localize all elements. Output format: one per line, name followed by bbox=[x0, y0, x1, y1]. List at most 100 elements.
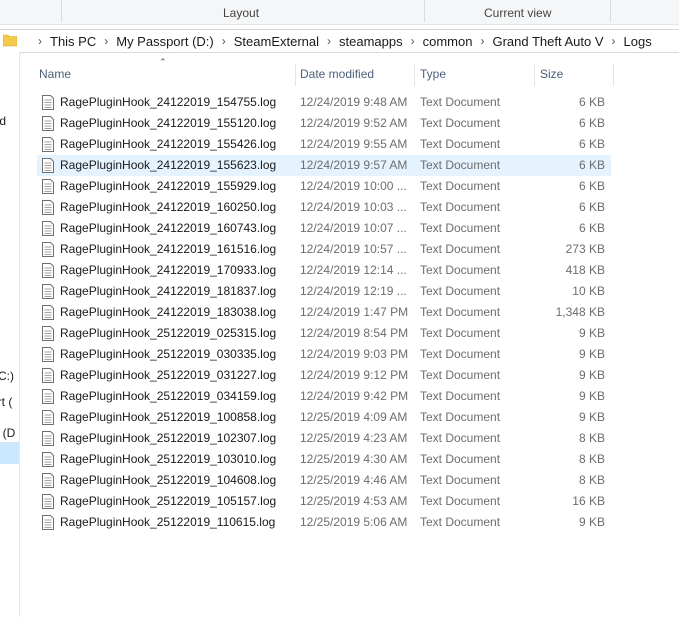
file-date-modified: 12/24/2019 8:54 PM bbox=[300, 326, 409, 340]
file-row[interactable]: RagePluginHook_25122019_100858.log 12/25/… bbox=[37, 407, 611, 428]
file-size: 9 KB bbox=[578, 368, 605, 382]
file-type: Text Document bbox=[420, 389, 501, 403]
file-type: Text Document bbox=[420, 410, 501, 424]
text-document-icon bbox=[42, 305, 54, 320]
nav-item[interactable]: ls bbox=[0, 274, 9, 288]
file-name: RagePluginHook_25122019_103010.log bbox=[60, 452, 277, 466]
column-divider[interactable] bbox=[613, 64, 614, 86]
file-date-modified: 12/24/2019 9:12 PM bbox=[300, 368, 409, 382]
nav-item[interactable]: s bbox=[0, 202, 6, 216]
breadcrumb-chevron-icon[interactable]: › bbox=[99, 34, 113, 48]
file-size: 8 KB bbox=[578, 473, 605, 487]
text-document-icon bbox=[42, 242, 54, 257]
file-row[interactable]: RagePluginHook_25122019_110615.log 12/25/… bbox=[37, 512, 611, 533]
file-row[interactable]: RagePluginHook_24122019_160250.log 12/24/… bbox=[37, 197, 611, 218]
nav-item[interactable]: ts bbox=[0, 250, 9, 264]
file-name: RagePluginHook_24122019_183038.log bbox=[60, 305, 277, 319]
file-row[interactable]: RagePluginHook_24122019_183038.log 12/24/… bbox=[37, 302, 611, 323]
file-type: Text Document bbox=[420, 368, 501, 382]
nav-item-drive-c[interactable]: (C:) bbox=[0, 369, 19, 383]
file-type: Text Document bbox=[420, 473, 501, 487]
navigation-pane[interactable]: ss oud s ts ls (C:) ort ( t (D bbox=[0, 52, 20, 617]
file-date-modified: 12/25/2019 4:46 AM bbox=[300, 473, 408, 487]
breadcrumb-item[interactable]: Logs bbox=[621, 34, 655, 49]
breadcrumb-chevron-icon[interactable]: › bbox=[406, 34, 420, 48]
file-row[interactable]: RagePluginHook_25122019_034159.log 12/24/… bbox=[37, 386, 611, 407]
file-name: RagePluginHook_25122019_104608.log bbox=[60, 473, 277, 487]
file-row[interactable]: RagePluginHook_24122019_155623.log 12/24/… bbox=[37, 155, 611, 176]
file-row[interactable]: RagePluginHook_25122019_102307.log 12/25/… bbox=[37, 428, 611, 449]
file-row[interactable]: RagePluginHook_25122019_104608.log 12/25/… bbox=[37, 470, 611, 491]
address-bar[interactable]: › This PC › My Passport (D:) › SteamExternal ›… bbox=[0, 29, 679, 53]
file-size: 16 KB bbox=[572, 494, 605, 508]
breadcrumb-chevron-icon[interactable]: › bbox=[33, 34, 47, 48]
ribbon-group-layout: Layout bbox=[223, 6, 260, 20]
text-document-icon bbox=[42, 431, 54, 446]
file-name: RagePluginHook_25122019_030335.log bbox=[60, 347, 277, 361]
file-name: RagePluginHook_25122019_102307.log bbox=[60, 431, 277, 445]
file-date-modified: 12/24/2019 9:52 AM bbox=[300, 116, 408, 130]
file-size: 10 KB bbox=[572, 284, 605, 298]
column-header-name[interactable]: Name bbox=[34, 62, 297, 86]
text-document-icon bbox=[42, 389, 54, 404]
file-type: Text Document bbox=[420, 515, 501, 529]
text-document-icon bbox=[42, 116, 54, 131]
nav-item[interactable]: oud bbox=[0, 114, 19, 128]
file-size: 1,348 KB bbox=[555, 305, 605, 319]
file-row[interactable]: RagePluginHook_24122019_155120.log 12/24/… bbox=[37, 113, 611, 134]
breadcrumb-item[interactable]: This PC bbox=[47, 34, 99, 49]
file-row[interactable]: RagePluginHook_24122019_161516.log 12/24/… bbox=[37, 239, 611, 260]
column-headers: Name Date modified Type Size bbox=[20, 62, 679, 86]
text-document-icon bbox=[42, 368, 54, 383]
file-row[interactable]: RagePluginHook_24122019_181837.log 12/24/… bbox=[37, 281, 611, 302]
column-header-date-modified[interactable]: Date modified bbox=[295, 62, 415, 86]
file-row[interactable]: RagePluginHook_24122019_160743.log 12/24/… bbox=[37, 218, 611, 239]
ribbon-separator bbox=[610, 0, 611, 22]
breadcrumb-chevron-icon[interactable]: › bbox=[607, 34, 621, 48]
file-date-modified: 12/24/2019 9:55 AM bbox=[300, 137, 408, 151]
nav-item-drive-d[interactable]: t (D bbox=[0, 426, 19, 440]
file-date-modified: 12/24/2019 10:03 ... bbox=[300, 200, 407, 214]
breadcrumb-item[interactable]: Grand Theft Auto V bbox=[489, 34, 606, 49]
column-header-type[interactable]: Type bbox=[415, 62, 535, 86]
nav-item[interactable]: ss bbox=[0, 82, 12, 96]
file-size: 6 KB bbox=[578, 221, 605, 235]
file-date-modified: 12/25/2019 5:06 AM bbox=[300, 515, 408, 529]
text-document-icon bbox=[42, 515, 54, 530]
text-document-icon bbox=[42, 200, 54, 215]
file-date-modified: 12/24/2019 10:00 ... bbox=[300, 179, 407, 193]
file-row[interactable]: RagePluginHook_24122019_155929.log 12/24/… bbox=[37, 176, 611, 197]
breadcrumb-item[interactable]: steamapps bbox=[336, 34, 406, 49]
text-document-icon bbox=[42, 452, 54, 467]
breadcrumb-item[interactable]: My Passport (D:) bbox=[113, 34, 217, 49]
file-size: 6 KB bbox=[578, 200, 605, 214]
breadcrumb-chevron-icon[interactable]: › bbox=[217, 34, 231, 48]
file-row[interactable]: RagePluginHook_24122019_154755.log 12/24/… bbox=[37, 92, 611, 113]
file-date-modified: 12/25/2019 4:30 AM bbox=[300, 452, 408, 466]
file-size: 9 KB bbox=[578, 347, 605, 361]
file-row[interactable]: RagePluginHook_24122019_170933.log 12/24/… bbox=[37, 260, 611, 281]
file-row[interactable]: RagePluginHook_25122019_025315.log 12/24/… bbox=[37, 323, 611, 344]
file-row[interactable]: RagePluginHook_25122019_030335.log 12/24/… bbox=[37, 344, 611, 365]
text-document-icon bbox=[42, 473, 54, 488]
column-header-size[interactable]: Size bbox=[535, 62, 615, 86]
file-row[interactable]: RagePluginHook_25122019_031227.log 12/24/… bbox=[37, 365, 611, 386]
file-type: Text Document bbox=[420, 116, 501, 130]
text-document-icon bbox=[42, 263, 54, 278]
ribbon-group-current-view: Current view bbox=[484, 6, 552, 20]
breadcrumb-item[interactable]: SteamExternal bbox=[231, 34, 322, 49]
breadcrumb-chevron-icon[interactable]: › bbox=[322, 34, 336, 48]
file-row[interactable]: RagePluginHook_24122019_155426.log 12/24/… bbox=[37, 134, 611, 155]
file-row[interactable]: RagePluginHook_25122019_105157.log 12/25/… bbox=[37, 491, 611, 512]
text-document-icon bbox=[42, 410, 54, 425]
text-document-icon bbox=[42, 179, 54, 194]
breadcrumb-item[interactable]: common bbox=[420, 34, 476, 49]
breadcrumb-chevron-icon[interactable]: › bbox=[475, 34, 489, 48]
file-size: 9 KB bbox=[578, 410, 605, 424]
nav-item-my-passport[interactable]: ort ( bbox=[0, 395, 19, 409]
text-document-icon bbox=[42, 137, 54, 152]
file-type: Text Document bbox=[420, 263, 501, 277]
file-row[interactable]: RagePluginHook_25122019_103010.log 12/25/… bbox=[37, 449, 611, 470]
file-date-modified: 12/24/2019 9:03 PM bbox=[300, 347, 409, 361]
file-name: RagePluginHook_24122019_155426.log bbox=[60, 137, 277, 151]
